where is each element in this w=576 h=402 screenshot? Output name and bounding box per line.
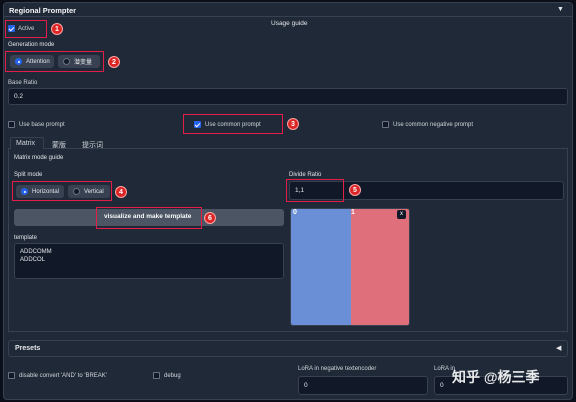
annotation-badge-3: 3 — [287, 118, 299, 130]
tab-matrix[interactable]: Matrix — [16, 140, 35, 147]
template-label: template — [14, 235, 38, 241]
divide-ratio-label: Divide Ratio — [289, 172, 322, 178]
triangle-left-icon[interactable]: ◀ — [556, 344, 561, 352]
region-label-1: 1 — [351, 209, 355, 216]
region-1 — [351, 209, 409, 325]
region-preview-image — [290, 208, 410, 326]
panel-title[interactable]: Regional Prompter — [9, 6, 76, 15]
template-textarea[interactable]: ADDCOMM ADDCOL — [14, 243, 284, 279]
annotation-badge-2: 2 — [108, 56, 120, 68]
watermark: 知乎 @杨三季 — [452, 369, 540, 385]
usage-guide-link[interactable]: Usage guide — [271, 20, 308, 27]
template-line-1: ADDCOMM — [20, 249, 52, 255]
matrix-tab-panel — [8, 149, 568, 332]
debug-checkbox[interactable] — [153, 372, 160, 379]
annotation-box-2 — [5, 51, 104, 72]
debug-label: debug — [164, 373, 181, 379]
region-0 — [291, 209, 351, 325]
matrix-mode-guide[interactable]: Matrix mode guide — [14, 155, 63, 161]
annotation-badge-5: 5 — [349, 184, 361, 196]
presets-accordion[interactable] — [8, 340, 568, 357]
annotation-badge-6: 6 — [204, 212, 216, 224]
annotation-box-1 — [5, 20, 47, 38]
base-ratio-input[interactable]: 0.2 — [8, 88, 568, 105]
disable-convert-checkbox[interactable] — [8, 372, 15, 379]
close-icon[interactable]: x — [397, 210, 406, 219]
use-base-prompt-label: Use base prompt — [19, 122, 65, 128]
annotation-badge-4: 4 — [115, 186, 127, 198]
triangle-down-icon[interactable]: ▼ — [557, 6, 564, 13]
annotation-box-6 — [96, 207, 202, 229]
region-label-0: 0 — [293, 209, 297, 216]
annotation-box-4 — [12, 181, 112, 201]
lora-unet-value: 0 — [440, 382, 444, 389]
generation-mode-label: Generation mode — [8, 42, 55, 48]
lora-negative-label: LoRA in negative textencoder — [298, 366, 377, 372]
template-line-2: ADDCOL — [20, 257, 46, 263]
lora-negative-value: 0 — [304, 382, 308, 389]
use-base-prompt-checkbox[interactable] — [8, 121, 15, 128]
split-mode-label: Split mode — [14, 172, 43, 178]
close-glyph: x — [400, 211, 403, 217]
disable-convert-label: disable convert 'AND' to 'BREAK' — [19, 373, 107, 379]
base-ratio-value: 0.2 — [14, 93, 24, 100]
header-divider — [4, 16, 572, 17]
lora-negative-input[interactable]: 0 — [298, 376, 428, 395]
annotation-box-5 — [286, 179, 344, 202]
annotation-badge-1: 1 — [51, 23, 63, 35]
presets-label: Presets — [15, 345, 41, 352]
annotation-box-3 — [183, 114, 283, 134]
base-ratio-label: Base Ratio — [8, 80, 38, 86]
use-common-negative-label: Use common negative prompt — [393, 122, 474, 128]
use-common-negative-checkbox[interactable] — [382, 121, 389, 128]
